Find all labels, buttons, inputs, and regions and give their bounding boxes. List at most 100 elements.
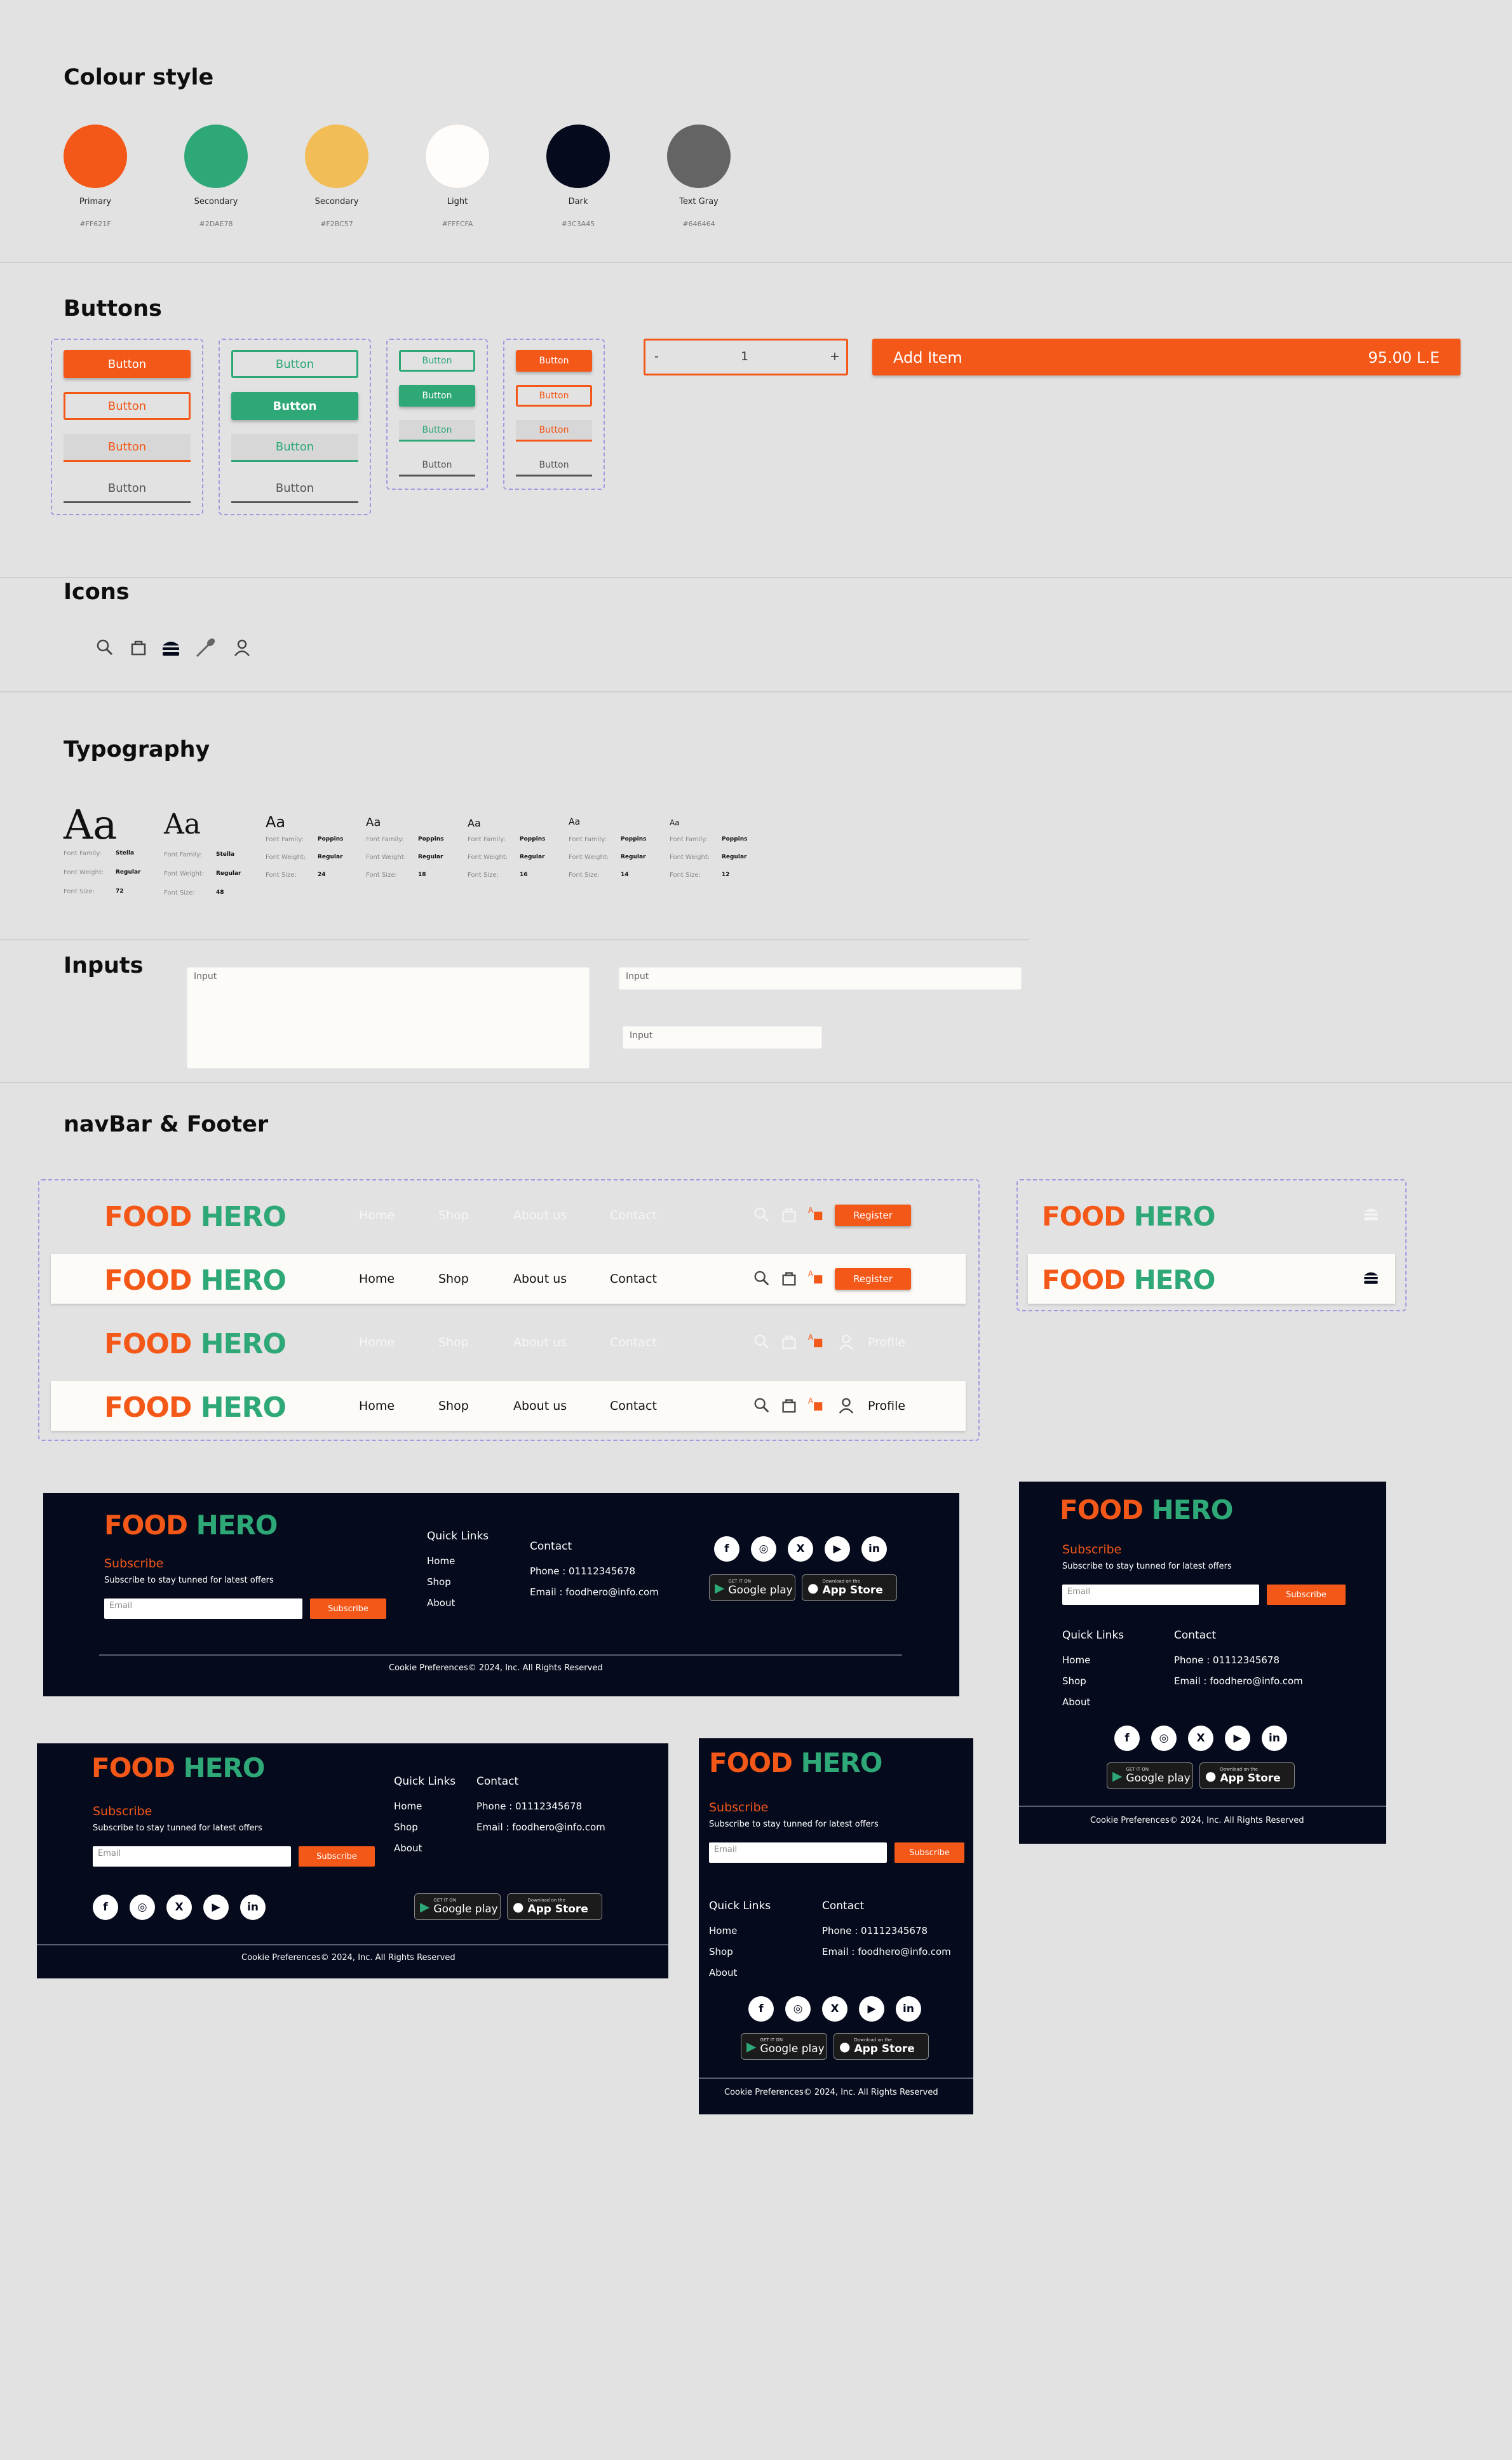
textarea-input[interactable]: Input [187,967,590,1069]
facebook-icon[interactable]: f [93,1895,118,1920]
app-store-badge[interactable]: ● Download on the App Store [507,1893,602,1920]
language-icon[interactable]: A [807,1395,825,1413]
small-tinted-button[interactable]: Button [516,420,592,442]
nav-link-home[interactable]: Home [359,1208,395,1222]
google-play-badge[interactable]: ▶ GET IT ON Google play [414,1893,501,1920]
profile-link[interactable]: Profile [868,1399,905,1413]
nav-link-contact[interactable]: Contact [610,1208,657,1222]
youtube-icon[interactable]: ▶ [825,1536,850,1562]
subscribe-button[interactable]: Subscribe [310,1598,386,1619]
small-green-tinted-button[interactable]: Button [399,420,475,442]
nav-link-about-us[interactable]: About us [513,1272,567,1286]
nav-link-home[interactable]: Home [359,1335,395,1349]
email-input[interactable]: Email [1062,1585,1259,1605]
footer-link-about[interactable]: About [1062,1696,1090,1708]
facebook-icon[interactable]: f [714,1536,739,1562]
nav-link-shop[interactable]: Shop [438,1208,469,1222]
small-outline-button[interactable]: Button [516,385,592,407]
cart-icon[interactable] [780,1206,798,1224]
nav-link-contact[interactable]: Contact [610,1272,657,1286]
text-input[interactable]: Input [619,967,1022,990]
footer-link-shop[interactable]: Shop [427,1576,451,1588]
x-icon[interactable]: X [1188,1726,1213,1751]
language-icon[interactable]: A [807,1268,825,1286]
linkedin-icon[interactable]: in [1262,1726,1287,1751]
nav-link-contact[interactable]: Contact [610,1335,657,1349]
burger-menu-icon[interactable] [1362,1205,1380,1222]
primary-button[interactable]: Button [64,350,191,378]
cart-icon[interactable] [780,1333,798,1351]
subscribe-button[interactable]: Subscribe [1267,1585,1346,1605]
small-green-outline-button[interactable]: Button [399,350,475,372]
burger-menu-icon[interactable] [1362,1268,1380,1286]
nav-link-about-us[interactable]: About us [513,1208,567,1222]
nav-link-home[interactable]: Home [359,1399,395,1413]
footer-link-shop[interactable]: Shop [1062,1675,1086,1687]
footer-link-home[interactable]: Home [427,1555,455,1567]
email-input[interactable]: Email [709,1842,887,1863]
google-play-badge[interactable]: ▶ GET IT ON Google play [709,1574,795,1601]
small-primary-button[interactable]: Button [516,350,592,372]
increment-button[interactable]: + [830,349,840,363]
green-tinted-button[interactable]: Button [231,434,358,462]
instagram-icon[interactable]: ◎ [1151,1726,1177,1751]
footer-link-home[interactable]: Home [394,1801,422,1812]
instagram-icon[interactable]: ◎ [130,1895,155,1920]
decrement-button[interactable]: - [654,349,659,363]
green-outline-button[interactable]: Button [231,350,358,378]
youtube-icon[interactable]: ▶ [859,1996,884,2022]
language-icon[interactable]: A [807,1332,825,1349]
facebook-icon[interactable]: f [748,1996,774,2022]
search-icon[interactable] [753,1269,771,1287]
linkedin-icon[interactable]: in [861,1536,887,1562]
user-icon[interactable] [837,1396,855,1414]
nav-link-home[interactable]: Home [359,1272,395,1286]
app-store-badge[interactable]: ● Download on the App Store [1199,1762,1295,1789]
app-store-badge[interactable]: ● Download on the App Store [802,1574,897,1601]
footer-link-home[interactable]: Home [709,1925,737,1936]
footer-link-about[interactable]: About [427,1597,455,1609]
tinted-button[interactable]: Button [64,434,191,462]
google-play-badge[interactable]: ▶ GET IT ON Google play [741,2033,827,2060]
outline-button[interactable]: Button [64,392,191,420]
instagram-icon[interactable]: ◎ [751,1536,776,1562]
subscribe-button[interactable]: Subscribe [299,1846,375,1867]
nav-link-shop[interactable]: Shop [438,1399,469,1413]
footer-link-shop[interactable]: Shop [394,1821,418,1833]
green-primary-button[interactable]: Button [231,392,358,420]
text-button[interactable]: Button [64,475,191,503]
instagram-icon[interactable]: ◎ [785,1996,811,2022]
footer-link-about[interactable]: About [394,1842,422,1854]
footer-link-shop[interactable]: Shop [709,1946,733,1957]
user-icon[interactable] [837,1333,855,1351]
cart-icon[interactable] [780,1396,798,1414]
green-text-button[interactable]: Button [231,475,358,503]
register-button[interactable]: Register [835,1205,911,1226]
email-input[interactable]: Email [93,1846,291,1867]
nav-link-contact[interactable]: Contact [610,1399,657,1413]
nav-link-shop[interactable]: Shop [438,1335,469,1349]
linkedin-icon[interactable]: in [240,1895,266,1920]
footer-link-about[interactable]: About [709,1967,737,1978]
small-text-input[interactable]: Input [623,1026,822,1049]
add-item-button[interactable]: Add Item 95.00 L.E [872,339,1461,375]
subscribe-button[interactable]: Subscribe [894,1842,964,1863]
search-icon[interactable] [753,1333,771,1351]
nav-link-about-us[interactable]: About us [513,1399,567,1413]
quantity-stepper[interactable]: - 1 + [644,339,848,375]
search-icon[interactable] [753,1206,771,1224]
x-icon[interactable]: X [822,1996,847,2022]
cart-icon[interactable] [780,1269,798,1287]
language-icon[interactable]: A [807,1205,825,1222]
small-green-text-button[interactable]: Button [399,455,475,476]
app-store-badge[interactable]: ● Download on the App Store [834,2033,929,2060]
small-green-primary-button[interactable]: Button [399,385,475,407]
small-text-button[interactable]: Button [516,455,592,476]
nav-link-about-us[interactable]: About us [513,1335,567,1349]
x-icon[interactable]: X [788,1536,813,1562]
linkedin-icon[interactable]: in [896,1996,921,2022]
youtube-icon[interactable]: ▶ [1225,1726,1250,1751]
search-icon[interactable] [753,1396,771,1414]
footer-link-home[interactable]: Home [1062,1654,1090,1666]
profile-link[interactable]: Profile [868,1335,905,1349]
